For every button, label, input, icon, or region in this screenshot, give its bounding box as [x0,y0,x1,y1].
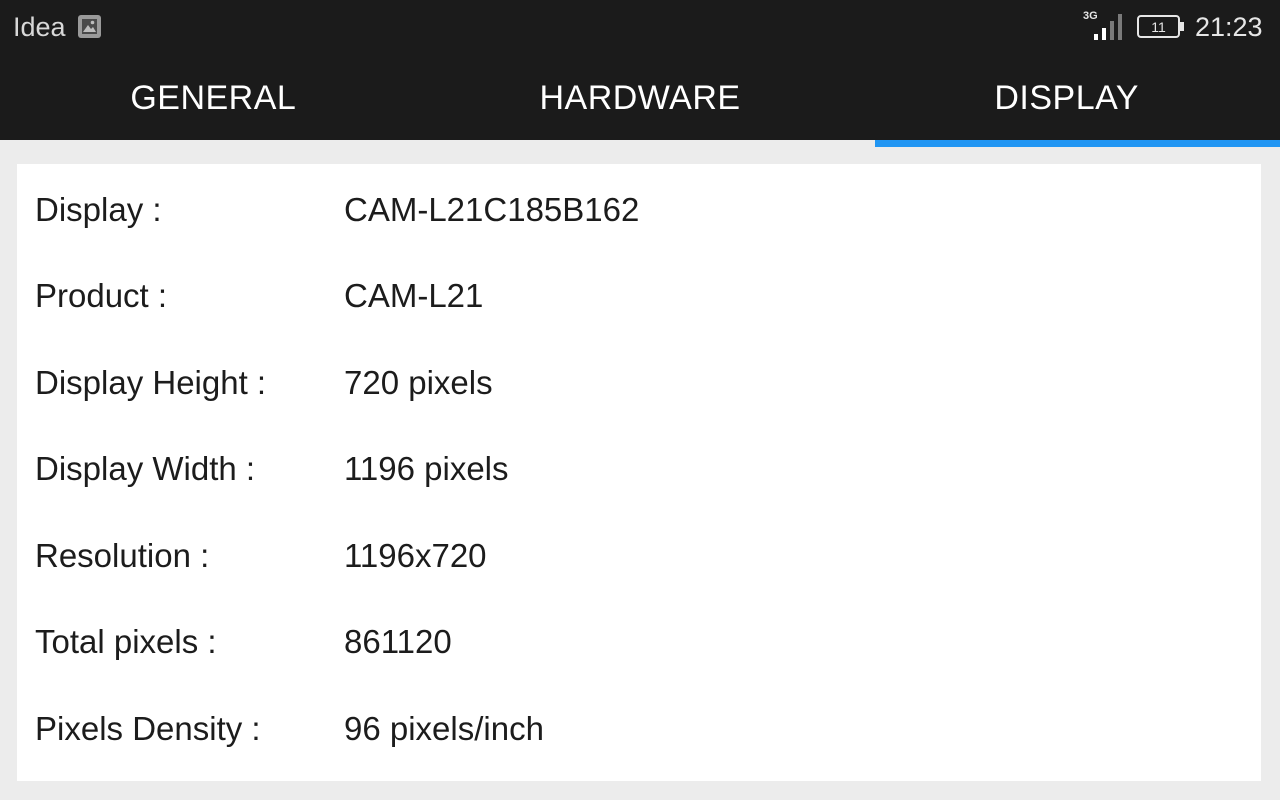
info-label: Product : [35,277,168,314]
gallery-notification-icon [77,14,102,39]
info-row-product: Product : CAM-L21 [17,253,1261,339]
carrier-name: Idea [13,12,66,42]
info-value: CAM-L21C185B162 [344,191,640,228]
info-label: Display Height : [35,364,267,401]
info-label: Display : [35,191,162,228]
battery-level-label: 11 [1151,19,1166,35]
info-label: Display Width : [35,450,256,487]
info-label: Pixels Density : [35,710,261,747]
info-row-resolution: Resolution : 1196x720 [17,513,1261,599]
display-info-card: Display : CAM-L21C185B162 Product : CAM-… [17,164,1261,781]
status-bar: Idea 3G 11 21:23 [0,0,1280,56]
tab-general[interactable]: GENERAL [0,56,427,140]
info-value: CAM-L21 [344,277,484,314]
info-row-display-width: Display Width : 1196 pixels [17,426,1261,512]
battery-icon: 11 [1137,14,1185,40]
info-value: 96 pixels/inch [344,710,544,747]
info-value: 1196 pixels [344,450,509,487]
selected-tab-indicator [875,140,1280,147]
info-value: 861120 [344,623,452,660]
status-clock: 21:23 [1195,12,1263,42]
tab-bar: GENERAL HARDWARE DISPLAY [0,56,1280,140]
info-label: Total pixels : [35,623,217,660]
info-value: 720 pixels [344,364,493,401]
tab-display[interactable]: DISPLAY [853,56,1280,140]
network-type-label: 3G [1083,10,1098,22]
signal-strength-icon: 3G [1082,8,1126,42]
tab-hardware[interactable]: HARDWARE [427,56,854,140]
info-value: 1196x720 [344,537,487,574]
info-label: Resolution : [35,537,210,574]
info-row-display-height: Display Height : 720 pixels [17,340,1261,426]
info-row-display: Display : CAM-L21C185B162 [17,167,1261,253]
info-row-pixels-density: Pixels Density : 96 pixels/inch [17,686,1261,772]
info-row-total-pixels: Total pixels : 861120 [17,599,1261,685]
